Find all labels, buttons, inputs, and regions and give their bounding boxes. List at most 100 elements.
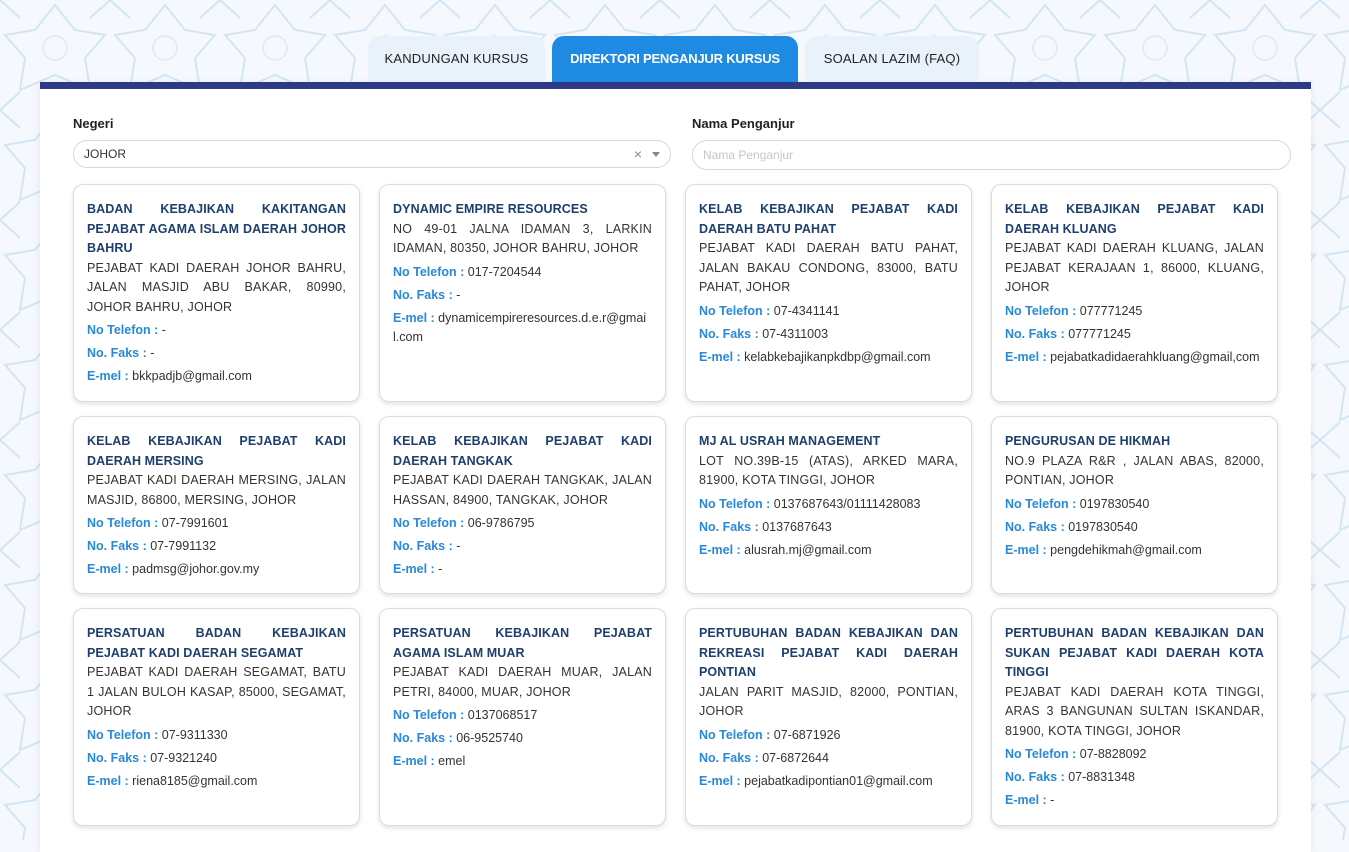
phone-label: No Telefon : (699, 303, 771, 318)
organizer-phone-line: No Telefon : 0197830540 (1005, 495, 1264, 514)
organizer-email-line: E-mel : pengdehikmah@gmail.com (1005, 541, 1264, 560)
phone-value: - (161, 323, 166, 337)
organizer-email-line: E-mel : emel (393, 752, 652, 771)
organizer-fax-line: No. Faks : - (87, 344, 346, 363)
organizer-email-line: E-mel : pejabatkadipontian01@gmail.com (699, 772, 958, 791)
organizer-card: KELAB KEBAJIKAN PEJABAT KADI DAERAH TANG… (379, 416, 666, 594)
organizer-phone-line: No Telefon : 06-9786795 (393, 514, 652, 533)
organizer-card: MJ AL USRAH MANAGEMENT LOT NO.39B-15 (ATA… (685, 416, 972, 594)
tab-soalan-lazim[interactable]: SOALAN LAZIM (FAQ) (805, 36, 979, 82)
organizer-address: PEJABAT KADI DAERAH JOHOR BAHRU, JALAN M… (87, 260, 346, 314)
email-value[interactable]: riena8185@gmail.com (132, 774, 257, 788)
organizer-phone-line: No Telefon : 07-7991601 (87, 514, 346, 533)
fax-label: No. Faks : (1005, 770, 1065, 784)
organizer-address: PEJABAT KADI DAERAH MERSING, JALAN MASJI… (87, 473, 346, 507)
organizer-name: BADAN KEBAJIKAN KAKITANGAN PEJABAT AGAMA… (87, 202, 346, 255)
organizer-name: KELAB KEBAJIKAN PEJABAT KADI DAERAH MERS… (87, 434, 346, 468)
email-label: E-mel : (87, 773, 129, 788)
organizer-email-line: E-mel : pejabatkadidaerahkluang@gmail,co… (1005, 348, 1264, 367)
phone-value: 07-7991601 (161, 516, 229, 530)
fax-label: No. Faks : (393, 731, 453, 745)
fax-label: No. Faks : (87, 346, 147, 360)
negeri-label: Negeri (73, 116, 114, 131)
phone-label: No Telefon : (1005, 496, 1077, 511)
organizer-email-line: E-mel : padmsg@johor.gov.my (87, 560, 346, 579)
email-value[interactable]: alusrah.mj@gmail.com (744, 543, 871, 557)
organizer-address: PEJABAT KADI DAERAH MUAR, JALAN PETRI, 8… (393, 665, 652, 699)
phone-value: 0197830540 (1079, 496, 1150, 511)
fax-label: No. Faks : (393, 539, 453, 553)
fax-label: No. Faks : (1005, 326, 1065, 341)
phone-value: 07-4341141 (773, 303, 840, 318)
organizer-card: PERSATUAN BADAN KEBAJIKAN PEJABAT KADI D… (73, 608, 360, 826)
organizer-card: KELAB KEBAJIKAN PEJABAT KADI DAERAH KLUA… (991, 184, 1278, 402)
email-value[interactable]: pengdehikmah@gmail.com (1050, 543, 1202, 557)
email-label: E-mel : (699, 773, 741, 788)
fax-label: No. Faks : (699, 519, 759, 534)
phone-label: No Telefon : (87, 323, 159, 337)
organizer-phone-line: No Telefon : 077771245 (1005, 302, 1264, 321)
email-value[interactable]: - (438, 562, 442, 576)
email-label: E-mel : (1005, 542, 1047, 557)
email-label: E-mel : (393, 310, 435, 325)
email-value[interactable]: pejabatkadidaerahkluang@gmail,com (1050, 350, 1259, 364)
email-value[interactable]: padmsg@johor.gov.my (132, 562, 259, 576)
organizer-card: PENGURUSAN DE HIKMAH NO.9 PLAZA R&R , JAL… (991, 416, 1278, 594)
fax-value: 077771245 (1068, 326, 1131, 341)
fax-label: No. Faks : (393, 287, 453, 302)
tab-kandungan-kursus[interactable]: KANDUNGAN KURSUS (368, 36, 545, 82)
organizer-email-line: E-mel : - (393, 560, 652, 579)
organizer-address: LOT NO.39B-15 (ATAS), ARKED MARA, 81900,… (699, 453, 958, 488)
organizer-phone-line: No Telefon : 0137687643/01111428083 (699, 495, 958, 514)
email-value[interactable]: - (1050, 793, 1054, 807)
clear-selection-icon[interactable]: × (634, 141, 642, 167)
organizer-phone-line: No Telefon : 07-8828092 (1005, 745, 1264, 764)
phone-label: No Telefon : (393, 708, 465, 722)
email-value[interactable]: kelabkebajikanpkdbp@gmail.com (744, 350, 930, 364)
organizer-email-line: E-mel : alusrah.mj@gmail.com (699, 541, 958, 560)
email-label: E-mel : (699, 349, 741, 364)
organizer-fax-line: No. Faks : 0197830540 (1005, 518, 1264, 537)
organizer-name: PERSATUAN KEBAJIKAN PEJABAT AGAMA ISLAM … (393, 626, 652, 660)
phone-value: 07-8828092 (1079, 747, 1147, 761)
nama-penganjur-input[interactable] (692, 140, 1291, 170)
email-label: E-mel : (87, 562, 129, 576)
fax-label: No. Faks : (699, 326, 759, 341)
fax-value: 0137687643 (762, 519, 832, 534)
organizer-address: PEJABAT KADI DAERAH BATU PAHAT, JALAN BA… (699, 241, 958, 294)
email-value[interactable]: pejabatkadipontian01@gmail.com (744, 774, 933, 788)
organizer-fax-line: No. Faks : 07-8831348 (1005, 768, 1264, 787)
tab-direktori-penganjur-kursus[interactable]: DIREKTORI PENGANJUR KURSUS (552, 36, 798, 82)
organizer-fax-line: No. Faks : 077771245 (1005, 325, 1264, 344)
organizer-card: BADAN KEBAJIKAN KAKITANGAN PEJABAT AGAMA… (73, 184, 360, 402)
fax-value: 07-4311003 (762, 326, 829, 341)
phone-label: No Telefon : (699, 727, 771, 742)
email-value[interactable]: bkkpadjb@gmail.com (132, 369, 252, 383)
organizer-card: KELAB KEBAJIKAN PEJABAT KADI DAERAH BATU… (685, 184, 972, 402)
email-label: E-mel : (393, 754, 435, 768)
directory-panel: Negeri JOHOR × Nama Penganjur BADAN KEBA… (40, 82, 1311, 852)
organizer-email-line: E-mel : riena8185@gmail.com (87, 772, 346, 791)
organizer-address: JALAN PARIT MASJID, 82000, PONTIAN, JOHO… (699, 684, 958, 719)
chevron-down-icon[interactable] (652, 152, 660, 157)
organizer-address: PEJABAT KADI DAERAH KLUANG, JALAN PEJABA… (1005, 241, 1264, 294)
fax-label: No. Faks : (87, 750, 147, 765)
email-value[interactable]: emel (438, 754, 465, 768)
fax-value: 07-7991132 (150, 539, 217, 553)
organizer-fax-line: No. Faks : - (393, 537, 652, 556)
organizer-name: DYNAMIC EMPIRE RESOURCES (393, 202, 588, 216)
organizer-address: NO 49-01 JALNA IDAMAN 3, LARKIN IDAMAN, … (393, 221, 652, 256)
organizer-name: MJ AL USRAH MANAGEMENT (699, 434, 881, 448)
negeri-select[interactable]: JOHOR × (73, 140, 671, 168)
organizer-phone-line: No Telefon : 017-7204544 (393, 263, 652, 282)
fax-label: No. Faks : (1005, 519, 1065, 534)
phone-label: No Telefon : (393, 516, 465, 530)
organizer-card: PERTUBUHAN BADAN KEBAJIKAN DAN SUKAN PEJ… (991, 608, 1278, 826)
phone-label: No Telefon : (393, 264, 465, 279)
fax-value: - (150, 346, 155, 360)
phone-value: 0137687643/01111428083 (773, 496, 921, 511)
organizer-card: PERSATUAN KEBAJIKAN PEJABAT AGAMA ISLAM … (379, 608, 666, 826)
fax-value: 07-6872644 (762, 750, 829, 765)
organizer-name: PENGURUSAN DE HIKMAH (1005, 434, 1171, 448)
organizer-email-line: E-mel : bkkpadjb@gmail.com (87, 367, 346, 386)
